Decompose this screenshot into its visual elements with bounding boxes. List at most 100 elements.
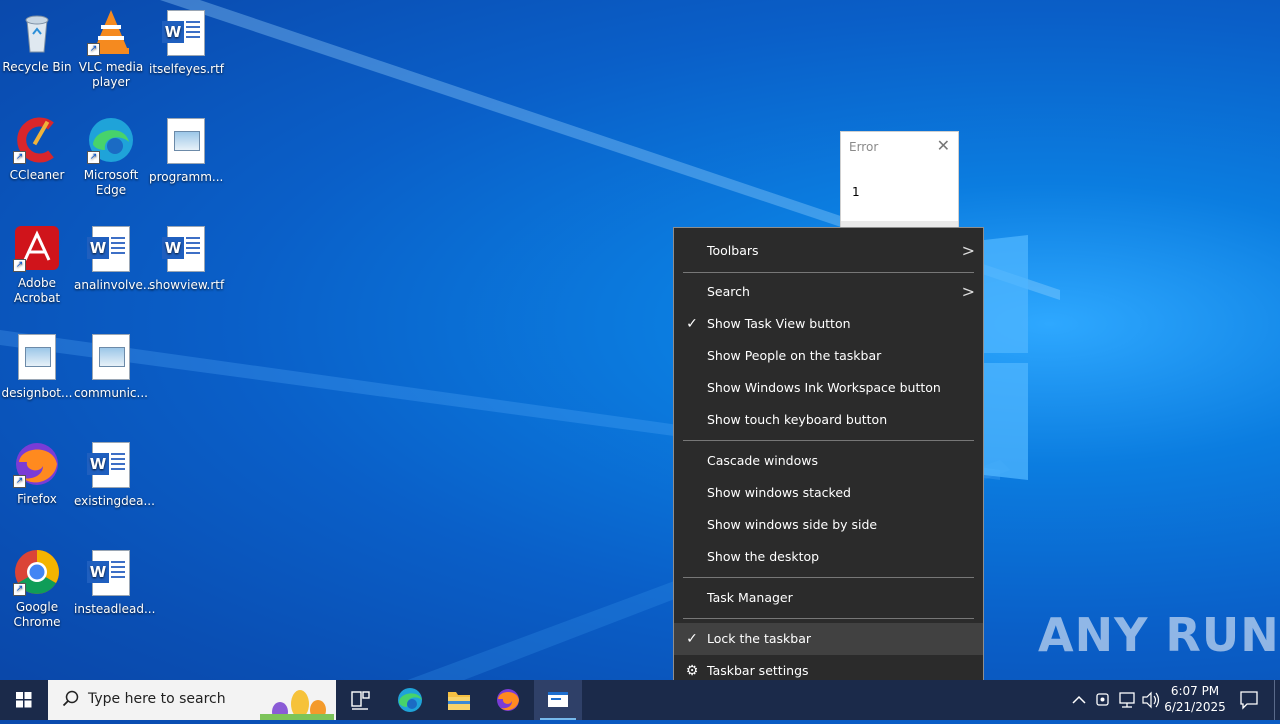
menu-item-show-people[interactable]: Show People on the taskbar	[674, 340, 983, 372]
acrobat-icon: ↗	[13, 224, 61, 272]
recycle-bin-icon	[13, 8, 61, 56]
desktop-icon-label: insteadlead...	[74, 602, 156, 616]
desktop-icon-insteadlead[interactable]: W insteadlead...	[74, 548, 156, 617]
clock-date: 6/21/2025	[1164, 700, 1226, 714]
desktop-icon-existingdea[interactable]: W existingdea...	[74, 440, 155, 509]
menu-item-windows-side-by-side[interactable]: Show windows side by side	[674, 509, 983, 541]
desktop-icon-communic[interactable]: communic...	[74, 332, 148, 401]
shortcut-arrow-icon: ↗	[13, 259, 26, 272]
menu-item-show-desktop[interactable]: Show the desktop	[674, 541, 983, 573]
menu-item-label: Show windows side by side	[707, 517, 878, 532]
menu-item-label: Show the desktop	[707, 549, 820, 564]
menu-item-label: Show People on the taskbar	[707, 348, 882, 363]
network-icon	[1119, 692, 1135, 708]
desktop-icon-label: designbot...	[1, 386, 73, 400]
menu-item-lock-taskbar[interactable]: ✓ Lock the taskbar	[674, 623, 983, 655]
clock-time: 6:07 PM	[1170, 684, 1220, 698]
taskbar: Type here to search 6:07 PM 6/21/2025	[0, 680, 1280, 720]
chrome-icon: ↗	[13, 548, 61, 596]
menu-item-toolbars[interactable]: Toolbars >	[674, 235, 983, 267]
image-file-icon	[162, 118, 210, 166]
word-doc-icon: W	[87, 550, 135, 598]
taskbar-edge[interactable]	[386, 680, 434, 720]
error-dialog[interactable]: Error ✕ 1	[841, 132, 958, 227]
menu-separator	[683, 272, 974, 273]
search-icon	[62, 690, 79, 707]
chevron-right-icon: >	[961, 241, 975, 260]
tray-overflow-button[interactable]	[1068, 680, 1090, 720]
menu-separator	[683, 440, 974, 441]
desktop-icon-label: communic...	[74, 386, 148, 400]
menu-separator	[683, 577, 974, 578]
tray-network-button[interactable]	[1116, 680, 1138, 720]
desktop-icon-label: Firefox	[17, 492, 57, 506]
shortcut-arrow-icon: ↗	[87, 151, 100, 164]
speaker-icon	[1142, 691, 1160, 709]
firefox-icon: ↗	[13, 440, 61, 488]
desktop-icon-label: Microsoft Edge	[83, 168, 139, 197]
task-view-icon	[351, 691, 370, 710]
taskbar-context-menu: Toolbars > Search > ✓ Show Task View but…	[673, 227, 984, 694]
desktop-icon-showview[interactable]: W showview.rtf	[149, 224, 225, 293]
menu-item-label: Show touch keyboard button	[707, 412, 888, 427]
taskbar-clock[interactable]: 6:07 PM 6/21/2025	[1160, 683, 1230, 715]
checkmark-icon: ✓	[686, 316, 698, 332]
word-doc-icon: W	[87, 442, 135, 490]
menu-item-label: Toolbars	[707, 243, 759, 258]
start-button[interactable]	[0, 680, 48, 720]
menu-item-windows-stacked[interactable]: Show windows stacked	[674, 477, 983, 509]
edge-icon	[398, 688, 422, 712]
desktop-icon-label: showview.rtf	[149, 278, 225, 292]
menu-item-show-ink-workspace[interactable]: Show Windows Ink Workspace button	[674, 372, 983, 404]
word-doc-icon: W	[162, 226, 210, 274]
tray-volume-button[interactable]	[1140, 680, 1162, 720]
menu-item-label: Cascade windows	[707, 453, 818, 468]
show-desktop-button[interactable]	[1274, 680, 1280, 720]
desktop-icon-firefox[interactable]: ↗ Firefox	[0, 440, 74, 507]
desktop-icon-edge[interactable]: ↗ Microsoft Edge	[74, 116, 148, 198]
word-doc-icon: W	[87, 226, 135, 274]
desktop-icon-acrobat[interactable]: ↗ Adobe Acrobat	[0, 224, 74, 306]
desktop-icon-programm[interactable]: programm...	[149, 116, 223, 185]
taskbar-firefox[interactable]	[484, 680, 532, 720]
desktop-icon-label: existingdea...	[74, 494, 155, 508]
desktop-icon-label: VLC media player	[78, 60, 144, 89]
taskbar-file-explorer[interactable]	[435, 680, 483, 720]
menu-item-show-touch-keyboard[interactable]: Show touch keyboard button	[674, 404, 983, 436]
menu-item-label: Lock the taskbar	[707, 631, 812, 646]
chevron-right-icon: >	[961, 282, 975, 301]
vlc-icon: ↗	[87, 8, 135, 56]
search-placeholder: Type here to search	[88, 691, 226, 707]
taskbar-active-window[interactable]	[534, 680, 582, 720]
checkmark-icon: ✓	[686, 631, 698, 647]
taskbar-search-box[interactable]: Type here to search	[48, 680, 336, 720]
menu-item-label: Show Task View button	[707, 316, 851, 331]
menu-item-task-manager[interactable]: Task Manager	[674, 582, 983, 614]
image-file-icon	[87, 334, 135, 382]
desktop-icon-label: analinvolve...	[74, 278, 155, 292]
close-icon[interactable]: ✕	[937, 136, 950, 155]
shortcut-arrow-icon: ↗	[13, 583, 26, 596]
desktop-icon-ccleaner[interactable]: ↗ CCleaner	[0, 116, 74, 183]
desktop-icon-analinvolve[interactable]: W analinvolve...	[74, 224, 155, 293]
desktop-icon-chrome[interactable]: ↗ Google Chrome	[0, 548, 74, 630]
desktop-icon-designbot[interactable]: designbot...	[0, 332, 74, 401]
action-center-button[interactable]	[1234, 680, 1264, 720]
shortcut-arrow-icon: ↗	[87, 43, 100, 56]
tray-device-icon-button[interactable]	[1092, 680, 1114, 720]
desktop-icon-label: itselfeyes.rtf	[149, 62, 225, 76]
device-icon	[1096, 693, 1109, 706]
desktop-icon-vlc[interactable]: ↗ VLC media player	[74, 8, 148, 90]
desktop-icon-recycle-bin[interactable]: Recycle Bin	[0, 8, 74, 75]
menu-item-label: Show windows stacked	[707, 485, 851, 500]
anyrun-watermark: ANY RUN	[1038, 608, 1280, 662]
desktop-icon-itselfeyes[interactable]: W itselfeyes.rtf	[149, 8, 225, 77]
desktop-icon-label: Recycle Bin	[2, 60, 72, 74]
task-view-button[interactable]	[336, 680, 384, 720]
ccleaner-icon: ↗	[13, 116, 61, 164]
menu-item-show-task-view[interactable]: ✓ Show Task View button	[674, 308, 983, 340]
menu-item-search[interactable]: Search >	[674, 276, 983, 308]
menu-item-cascade-windows[interactable]: Cascade windows	[674, 445, 983, 477]
desktop-icon-label: CCleaner	[9, 168, 65, 182]
notification-icon	[1240, 691, 1258, 710]
